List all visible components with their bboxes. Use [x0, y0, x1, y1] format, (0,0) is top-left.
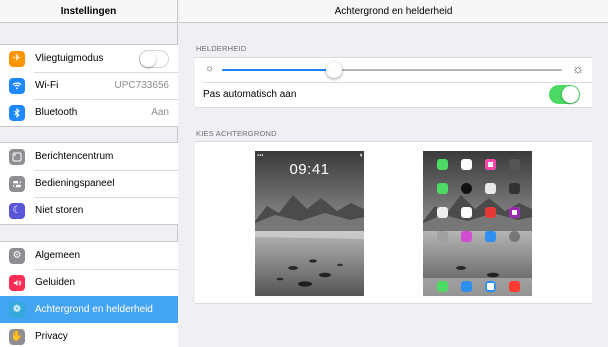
bluetooth-icon [9, 104, 25, 121]
bluetooth-status: Aan [151, 107, 169, 118]
wifi-icon [9, 77, 25, 94]
auto-brightness-toggle[interactable] [549, 85, 580, 104]
sidebar-item-label: Berichtencentrum [35, 151, 114, 162]
sidebar-item-bluetooth[interactable]: Bluetooth Aan [0, 99, 178, 126]
sidebar-group-general: ⚙ Algemeen Geluiden ❁ Achtergrond en hel… [0, 241, 178, 347]
brightness-section-title: HELDERHEID [196, 44, 247, 53]
notes-app-icon [437, 207, 448, 218]
sound-icon [9, 274, 25, 291]
wallpaper-panel: ●●● ▮ 09:41 [195, 141, 592, 304]
sidebar-item-label: Niet storen [35, 205, 84, 216]
home-screen-dock [423, 278, 532, 296]
brightness-slider[interactable] [222, 62, 562, 78]
page-title: Achtergrond en helderheid [179, 0, 608, 23]
photo-booth-app-icon [485, 207, 496, 218]
sidebar-item-airplane-mode[interactable]: ✈ Vliegtuigmodus [0, 45, 178, 72]
sidebar-item-general[interactable]: ⚙ Algemeen [0, 242, 178, 269]
sidebar-item-label: Privacy [35, 331, 68, 342]
sidebar-item-wallpaper-brightness[interactable]: ❁ Achtergrond en helderheid [0, 296, 178, 323]
sidebar-item-label: Vliegtuigmodus [35, 53, 104, 64]
mail-app-icon [461, 281, 472, 292]
auto-brightness-row: Pas automatisch aan [195, 82, 592, 107]
reminders-app-icon [461, 207, 472, 218]
itunes-store-app-icon [461, 231, 472, 242]
airplane-mode-toggle[interactable] [139, 49, 169, 68]
sidebar-title: Instellingen [0, 0, 177, 23]
sidebar-item-label: Bedieningspaneel [35, 178, 115, 189]
sidebar-item-control-center[interactable]: Bedieningspaneel [0, 170, 178, 197]
calendar-app-icon [461, 159, 472, 170]
app-store-app-icon [485, 231, 496, 242]
safari-app-icon [485, 281, 496, 292]
sidebar-item-label: Wi-Fi [35, 80, 59, 91]
sidebar-item-label: Achtergrond en helderheid [35, 304, 153, 315]
hand-icon: ✋ [9, 328, 25, 345]
facetime-app-icon [437, 159, 448, 170]
brightness-slider-row: ☼ ☼ [195, 58, 592, 82]
newsstand-app-icon [437, 231, 448, 242]
detail-pane: Achtergrond en helderheid HELDERHEID ☼ ☼… [179, 0, 608, 347]
sun-small-icon: ☼ [205, 63, 215, 74]
sidebar-item-sounds[interactable]: Geluiden [0, 269, 178, 296]
moon-icon: ☾ [9, 202, 25, 219]
auto-brightness-label: Pas automatisch aan [203, 89, 297, 100]
sun-large-icon: ☼ [572, 61, 584, 76]
airplane-icon: ✈ [9, 50, 25, 67]
messages-app-icon [437, 281, 448, 292]
control-center-icon [9, 175, 25, 192]
sidebar-item-label: Geluiden [35, 277, 76, 288]
sidebar-item-do-not-disturb[interactable]: ☾ Niet storen [0, 197, 178, 224]
wifi-network-name: UPC733656 [114, 80, 169, 91]
sidebar-item-wifi[interactable]: Wi-Fi UPC733656 [0, 72, 178, 99]
sidebar-group-connectivity: ✈ Vliegtuigmodus Wi-Fi UPC733656 Bluetoo… [0, 44, 178, 127]
settings-app-icon [509, 231, 520, 242]
music-app-icon [509, 281, 520, 292]
wallpaper-icon: ❁ [9, 301, 25, 318]
settings-sidebar: Instellingen ✈ Vliegtuigmodus Wi-Fi UPC7… [0, 0, 178, 347]
sidebar-item-notification-center[interactable]: Berichtencentrum [0, 143, 178, 170]
brightness-panel: ☼ ☼ Pas automatisch aan [195, 57, 592, 108]
game-center-app-icon [509, 207, 520, 218]
home-screen-wallpaper-preview[interactable] [423, 151, 532, 296]
lock-screen-wallpaper-preview[interactable]: ●●● ▮ 09:41 [255, 151, 364, 296]
brightness-slider-knob[interactable] [326, 62, 343, 78]
camera-app-icon [509, 159, 520, 170]
sidebar-item-label: Algemeen [35, 250, 81, 261]
lock-screen-time: 09:41 [289, 161, 330, 178]
lake-landscape-image [423, 151, 532, 296]
sidebar-group-notifications: Berichtencentrum Bedieningspaneel ☾ Niet… [0, 142, 178, 225]
lock-status-bar: ●●● ▮ [257, 153, 362, 157]
notification-center-icon [9, 148, 25, 165]
wallpaper-section-title: KIES ACHTERGROND [196, 129, 277, 138]
sidebar-item-privacy[interactable]: ✋ Privacy [0, 323, 178, 347]
photos-app-icon [485, 159, 496, 170]
videos-app-icon [509, 183, 520, 194]
maps-app-icon [485, 183, 496, 194]
contacts-app-icon [437, 183, 448, 194]
brightness-slider-fill [222, 69, 335, 71]
sidebar-item-label: Bluetooth [35, 107, 78, 118]
clock-app-icon [461, 183, 472, 194]
gear-icon: ⚙ [9, 247, 25, 264]
